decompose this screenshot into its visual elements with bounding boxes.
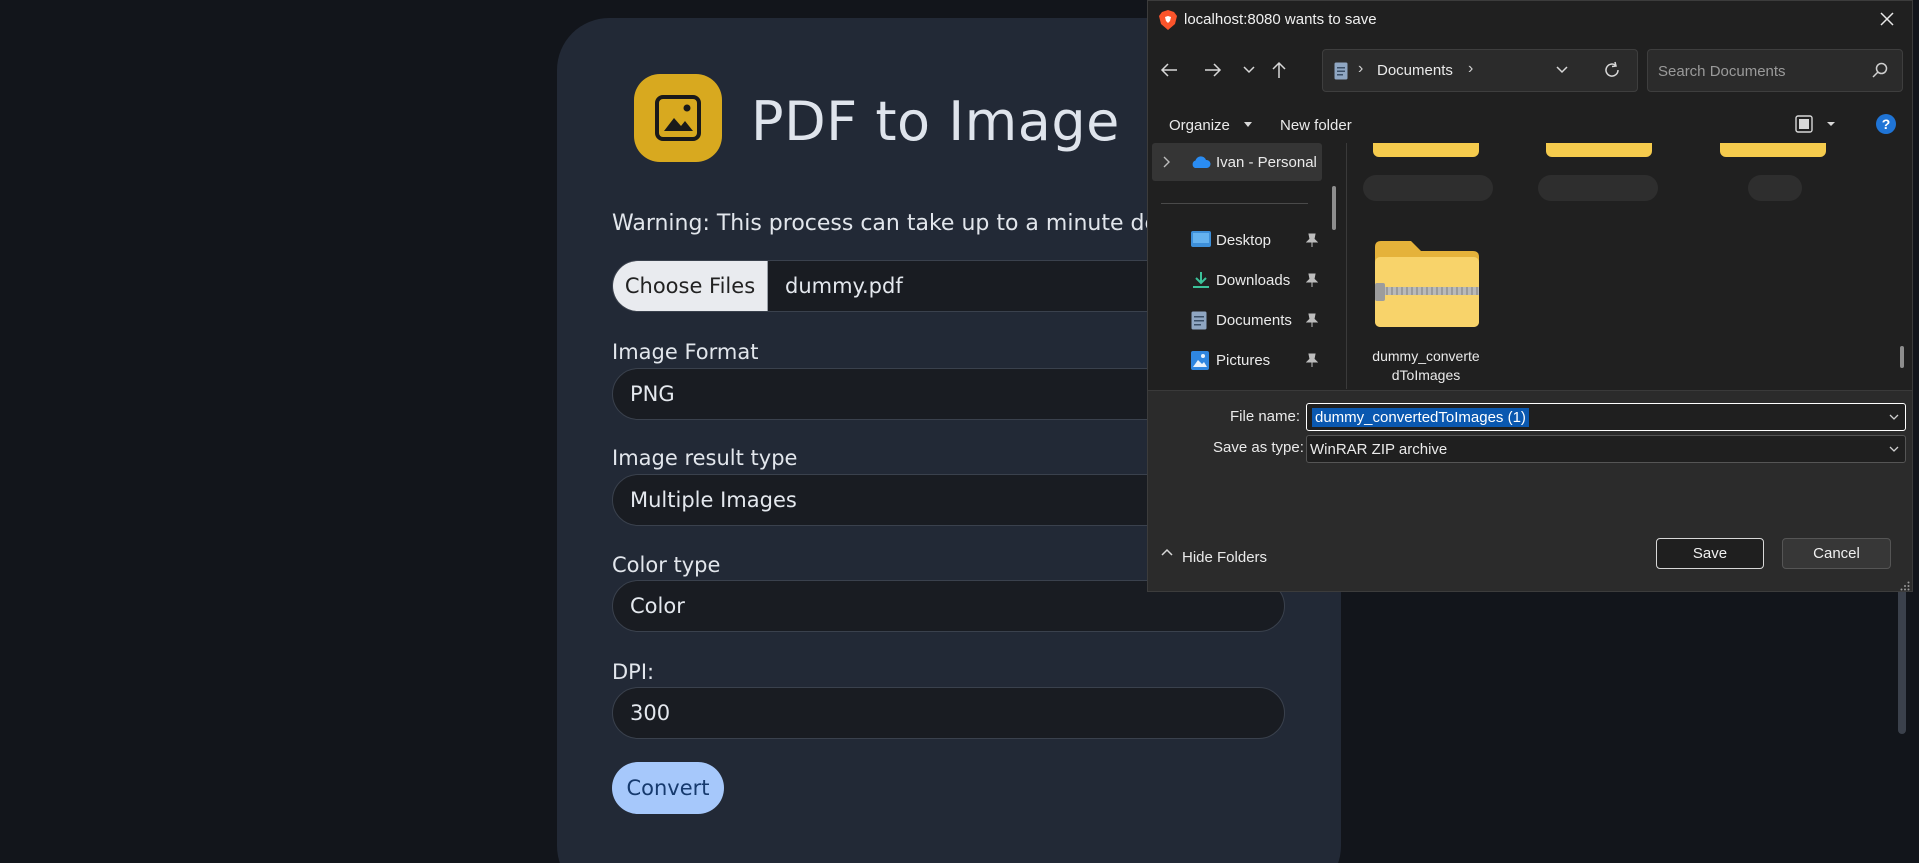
save-type-label: Save as type: [1213, 439, 1304, 456]
nav-item-downloads[interactable]: Downloads [1148, 262, 1322, 298]
back-arrow-icon[interactable] [1156, 57, 1182, 83]
nav-item-desktop[interactable]: Desktop [1148, 222, 1322, 258]
file-item-label: dummy_converte dToImages [1362, 347, 1490, 385]
result-type-value: Multiple Images [630, 488, 797, 512]
cancel-button[interactable]: Cancel [1782, 538, 1891, 569]
caret-down-icon[interactable] [1244, 122, 1252, 127]
command-bar: Organize New folder ? [1148, 105, 1912, 143]
nav-item-ivan-personal[interactable]: Ivan - Personal [1148, 144, 1322, 180]
file-name-input[interactable]: dummy_convertedToImages (1) [1306, 403, 1906, 431]
files-scrollbar[interactable] [1900, 346, 1904, 368]
search-placeholder: Search Documents [1658, 63, 1786, 80]
save-type-value: WinRAR ZIP archive [1310, 441, 1448, 458]
nav-label: Ivan - Personal [1216, 154, 1317, 171]
organize-menu[interactable]: Organize [1169, 117, 1230, 134]
dpi-value: 300 [630, 701, 671, 725]
refresh-icon[interactable] [1603, 61, 1621, 79]
new-folder-button[interactable]: New folder [1280, 117, 1352, 134]
choose-files-button[interactable]: Choose Files [613, 261, 768, 311]
documents-icon [1334, 62, 1348, 80]
help-icon[interactable]: ? [1876, 114, 1896, 134]
save-button[interactable]: Save [1656, 538, 1764, 569]
file-item-label-line2: dToImages [1391, 367, 1461, 383]
result-type-label: Image result type [612, 446, 798, 470]
nav-item-pictures[interactable]: Pictures [1148, 342, 1322, 378]
expand-chevron-icon[interactable] [1163, 156, 1171, 168]
nav-divider [1161, 203, 1308, 204]
nav-label: Documents [1216, 312, 1292, 329]
brave-icon [1159, 10, 1177, 30]
pin-icon[interactable] [1306, 233, 1318, 247]
address-dropdown-icon[interactable] [1555, 63, 1569, 77]
folder-icon[interactable] [1373, 143, 1479, 157]
file-list: dummy_converte dToImages [1348, 143, 1908, 389]
color-type-label: Color type [612, 553, 721, 577]
search-icon [1872, 62, 1888, 78]
pictures-icon [1191, 351, 1209, 370]
address-bar[interactable]: › Documents › [1322, 49, 1638, 92]
nav-label: Pictures [1216, 352, 1271, 369]
image-format-value: PNG [630, 382, 675, 406]
chevron-up-icon[interactable] [1161, 548, 1173, 556]
folder-label-placeholder [1363, 175, 1493, 201]
file-name-value[interactable]: dummy_convertedToImages (1) [1312, 408, 1529, 427]
folder-label-placeholder [1748, 175, 1802, 201]
forward-arrow-icon[interactable] [1200, 57, 1226, 83]
zip-folder-icon [1375, 241, 1479, 327]
nav-label: Downloads [1216, 272, 1291, 289]
save-type-select[interactable]: WinRAR ZIP archive [1306, 435, 1906, 463]
color-type-value: Color [630, 594, 685, 618]
page-title: PDF to Image [751, 90, 1120, 153]
onedrive-icon [1192, 156, 1211, 168]
image-logo-icon [634, 74, 722, 162]
folder-icon[interactable] [1546, 143, 1652, 157]
dpi-input[interactable]: 300 [612, 687, 1285, 739]
pin-icon[interactable] [1306, 273, 1318, 287]
chevron-down-icon[interactable] [1889, 446, 1899, 453]
pane-divider[interactable] [1346, 143, 1347, 389]
nav-label: Desktop [1216, 232, 1272, 249]
save-dialog: localhost:8080 wants to save › Documents… [1147, 0, 1913, 592]
search-input[interactable]: Search Documents [1647, 49, 1903, 92]
view-options-icon[interactable] [1795, 115, 1839, 133]
nav-item-documents[interactable]: Documents [1148, 302, 1322, 338]
navigation-pane: Ivan - Personal Desktop Downloads Docume… [1148, 143, 1328, 389]
up-arrow-icon[interactable] [1266, 57, 1292, 83]
pin-icon[interactable] [1306, 313, 1318, 327]
breadcrumb-separator-icon[interactable]: › [1358, 60, 1363, 78]
pin-icon[interactable] [1306, 353, 1318, 367]
file-item-label-line1: dummy_converte [1372, 348, 1480, 364]
folder-icon[interactable] [1720, 143, 1826, 157]
breadcrumb-documents[interactable]: Documents [1377, 62, 1453, 79]
documents-icon [1191, 311, 1207, 330]
hide-folders-button[interactable]: Hide Folders [1182, 549, 1267, 566]
selected-file-name: dummy.pdf [785, 274, 903, 298]
convert-button[interactable]: Convert [612, 762, 724, 814]
dpi-label: DPI: [612, 660, 655, 684]
save-options-panel: File name: dummy_convertedToImages (1) S… [1148, 390, 1912, 591]
downloads-icon [1193, 272, 1209, 288]
warning-text: Warning: This process can take up to a m… [612, 211, 1234, 236]
folder-label-placeholder [1538, 175, 1658, 201]
file-name-label: File name: [1230, 408, 1301, 425]
breadcrumb-separator-icon[interactable]: › [1468, 60, 1473, 78]
dialog-title: localhost:8080 wants to save [1184, 11, 1377, 28]
chevron-down-icon[interactable] [1889, 414, 1899, 421]
close-icon[interactable] [1876, 8, 1898, 30]
nav-scrollbar[interactable] [1332, 186, 1336, 230]
image-format-label: Image Format [612, 340, 759, 364]
resize-grip-icon[interactable] [1900, 581, 1910, 591]
desktop-icon [1191, 231, 1211, 247]
dialog-titlebar[interactable]: localhost:8080 wants to save [1148, 1, 1912, 39]
recent-locations-chevron-icon[interactable] [1236, 57, 1262, 83]
